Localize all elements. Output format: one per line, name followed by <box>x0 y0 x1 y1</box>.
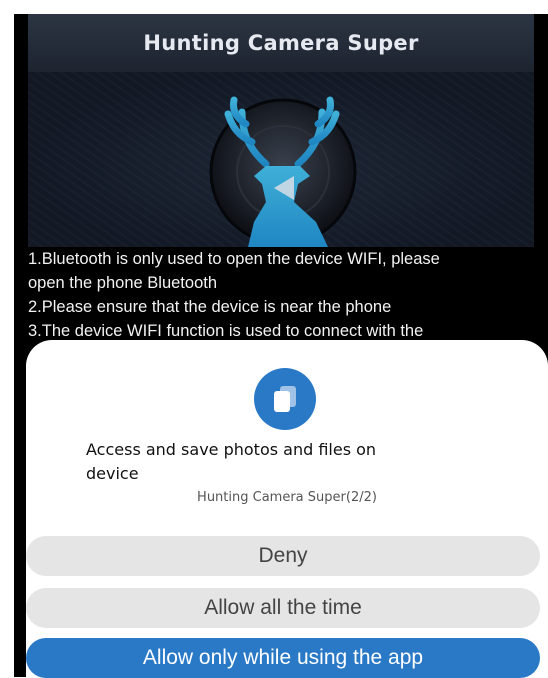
files-icon <box>254 368 316 430</box>
instructions-text: 1.Bluetooth is only used to open the dev… <box>28 247 548 343</box>
allow-all-the-time-button[interactable]: Allow all the time <box>26 588 540 628</box>
instruction-line: 1.Bluetooth is only used to open the dev… <box>28 250 440 268</box>
deny-button[interactable]: Deny <box>26 536 540 576</box>
instruction-line: open the phone Bluetooth <box>28 274 218 292</box>
dialog-title: Access and save photos and files on devi… <box>86 440 377 483</box>
hero-logo-area <box>28 72 534 247</box>
deer-camera-logo-icon <box>209 96 357 247</box>
instruction-line: 2.Please ensure that the device is near … <box>28 298 392 316</box>
permission-dialog: Access and save photos and files on devi… <box>26 340 548 678</box>
app-title: Hunting Camera Super <box>143 31 419 55</box>
app-header: Hunting Camera Super <box>28 14 534 72</box>
allow-while-using-button[interactable]: Allow only while using the app <box>26 638 540 678</box>
dialog-subtitle: Hunting Camera Super(2/2) <box>197 490 377 505</box>
